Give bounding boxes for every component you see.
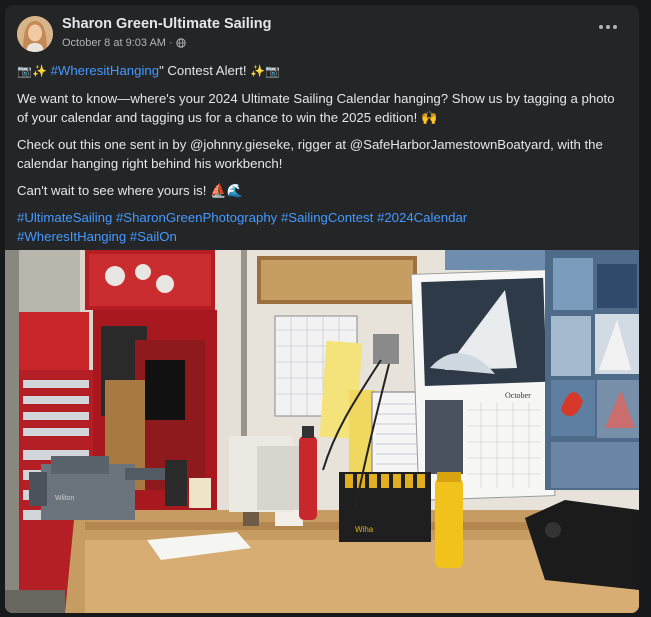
post-timestamp[interactable]: October 8 at 9:03 AM xyxy=(62,37,166,49)
paragraph-2: Check out this one sent in by @johnny.gi… xyxy=(17,137,603,171)
hashtag-link[interactable]: #SharonGreenPhotography xyxy=(116,210,277,225)
calendar-month-label: October xyxy=(505,391,531,400)
workshop-photo-illustration: October Wiha Wilton xyxy=(5,250,639,613)
post-photo[interactable]: October Wiha Wilton xyxy=(5,250,639,613)
hashtag-link[interactable]: #SailOn xyxy=(130,229,177,244)
post-header: Sharon Green-Ultimate Sailing October 8 … xyxy=(5,5,639,61)
contest-text: " Contest Alert! xyxy=(159,63,251,78)
hashtag-link[interactable]: #SailingContest xyxy=(281,210,373,225)
hashtag-link[interactable]: #2024Calendar xyxy=(377,210,467,225)
vise-brand-label: Wilton xyxy=(55,495,75,502)
avatar[interactable] xyxy=(17,16,53,52)
globe-icon xyxy=(175,38,186,48)
contest-line: 📷✨ #WheresitHanging" Contest Alert! ✨📷 xyxy=(17,61,625,81)
hashtag-link[interactable]: #UltimateSailing xyxy=(17,210,112,225)
paragraph-1: We want to know—where's your 2024 Ultima… xyxy=(17,91,615,125)
more-options-icon[interactable] xyxy=(599,25,617,29)
meta-separator: · xyxy=(168,37,173,49)
post-text: 📷✨ #WheresitHanging" Contest Alert! ✨📷 W… xyxy=(17,61,625,246)
post-meta: October 8 at 9:03 AM · xyxy=(62,37,186,49)
camera-sparkle-emoji: 📷✨ xyxy=(17,64,47,78)
post-card: Sharon Green-Ultimate Sailing October 8 … xyxy=(5,5,639,613)
hashtag-link[interactable]: #WheresitHanging xyxy=(51,63,160,78)
sparkle-camera-emoji: ✨📷 xyxy=(250,64,281,78)
hashtag-list: #UltimateSailing #SharonGreenPhotography… xyxy=(17,208,625,246)
paragraph-3: Can't wait to see where yours is! ⛵🌊 xyxy=(17,183,243,198)
organizer-brand-label: Wiha xyxy=(355,525,374,534)
author-name[interactable]: Sharon Green-Ultimate Sailing xyxy=(62,16,272,32)
hashtag-link[interactable]: #WheresItHanging xyxy=(17,229,126,244)
